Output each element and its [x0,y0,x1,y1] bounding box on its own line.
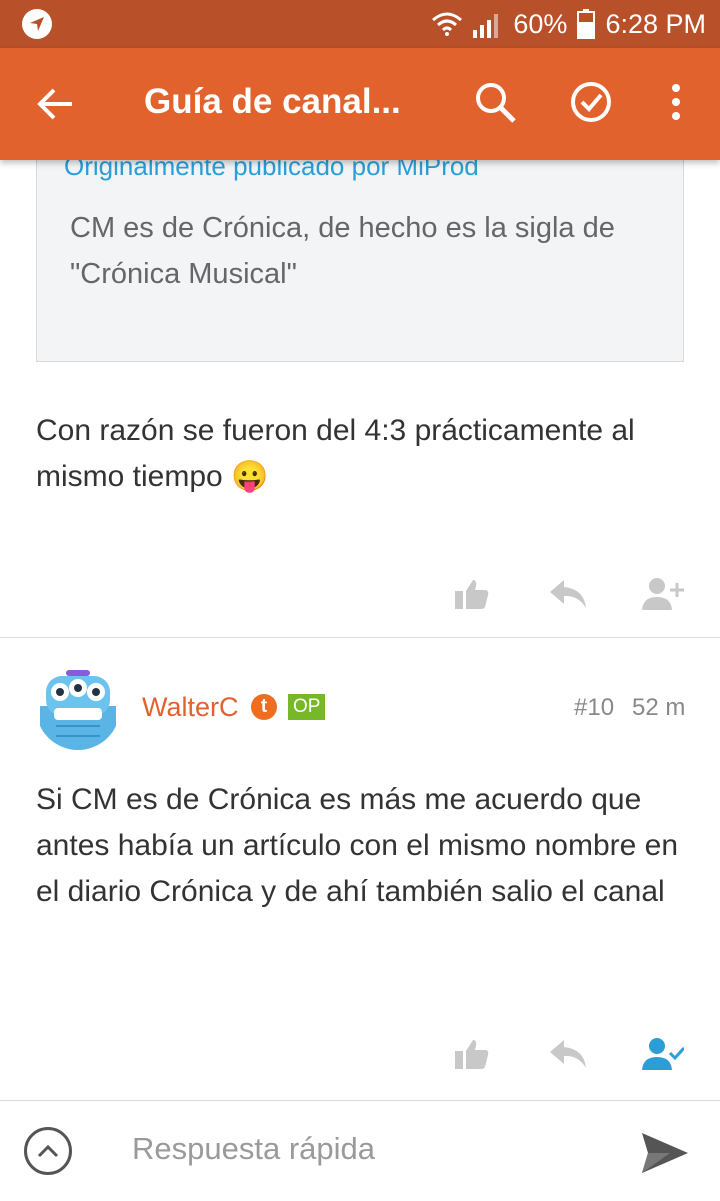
trophy-badge: t [251,694,277,720]
wifi-icon [431,12,463,36]
search-icon[interactable] [471,78,519,126]
app-bar: Guía de canal... [0,48,720,160]
post-actions [0,1032,720,1082]
post-text: Si CM es de Crónica es más me acuerdo qu… [36,783,679,908]
page-title: Guía de canal... [144,82,401,121]
like-icon[interactable] [450,1032,494,1076]
clock: 6:28 PM [605,8,706,39]
reply-icon[interactable] [546,1032,590,1076]
post-number[interactable]: #10 [574,694,614,722]
avatar[interactable] [36,666,120,750]
quote-text: CM es de Crónica, de hecho es la sigla d… [70,212,615,290]
send-icon[interactable] [640,1131,690,1175]
chevron-up-icon[interactable] [24,1127,72,1175]
post-divider [0,637,720,638]
op-badge: OP [288,694,326,720]
watch-check-icon[interactable] [567,78,615,126]
navigation-arrow-icon [22,9,52,39]
like-icon[interactable] [450,572,494,616]
following-user-icon[interactable] [641,1032,685,1076]
reply-icon[interactable] [546,572,590,616]
quote-block: Originalmente publicado por MiProd CM es… [36,130,684,362]
battery-percent: 60% [513,8,568,39]
back-arrow-icon[interactable] [34,82,78,126]
battery-icon [577,9,596,39]
more-vert-icon[interactable] [652,78,700,126]
quick-reply-input[interactable]: Respuesta rápida [132,1131,375,1167]
post-time: 52 m [632,694,686,721]
follow-user-icon[interactable] [641,572,685,616]
status-bar: 60% 6:28 PM [0,0,720,48]
username[interactable]: WalterC [142,692,239,723]
signal-icon [473,10,503,38]
post-actions [0,572,720,622]
quick-reply-bar: Respuesta rápida [0,1100,720,1201]
post-text: Con razón se fueron del 4:3 prácticament… [36,414,635,493]
